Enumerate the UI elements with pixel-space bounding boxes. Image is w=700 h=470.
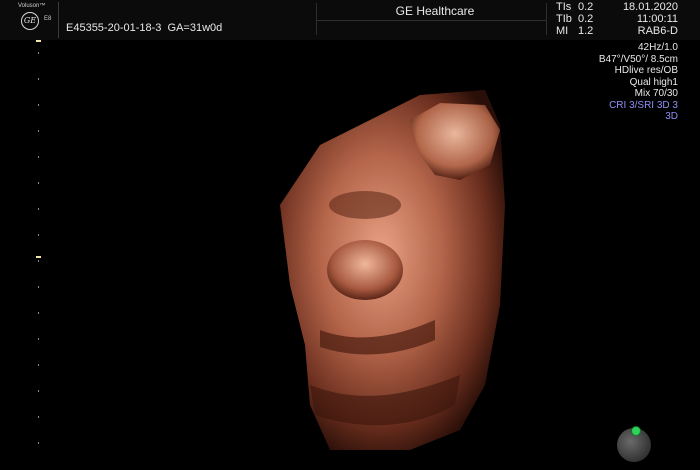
param-line-accent: 3D bbox=[665, 111, 678, 122]
depth-tick bbox=[38, 130, 39, 132]
depth-tick bbox=[38, 390, 39, 392]
nose-surface bbox=[327, 240, 403, 300]
depth-tick bbox=[38, 364, 39, 366]
param-line: Mix 70/30 bbox=[634, 88, 678, 99]
patient-info: E45355-20-01-18-3 GA=31w0d bbox=[66, 22, 222, 34]
mi-value: 1.2 bbox=[578, 25, 594, 37]
header-divider-horizontal bbox=[316, 20, 546, 21]
tib-value: 0.2 bbox=[578, 13, 594, 25]
depth-tick bbox=[38, 52, 39, 54]
eye-shadow bbox=[329, 191, 401, 219]
depth-marker bbox=[36, 256, 41, 258]
depth-tick bbox=[38, 312, 39, 314]
depth-tick bbox=[38, 156, 39, 158]
depth-marker bbox=[36, 40, 41, 42]
header-divider bbox=[546, 3, 547, 35]
depth-tick bbox=[38, 442, 39, 444]
depth-tick bbox=[38, 338, 39, 340]
gestational-age: GA=31w0d bbox=[167, 22, 223, 34]
depth-tick bbox=[38, 286, 39, 288]
mi-label: MI bbox=[556, 25, 569, 37]
patient-id: E45355-20-01-18-3 bbox=[66, 22, 162, 34]
logo-model: E8 bbox=[44, 16, 52, 22]
acquisition-parameters: 42Hz/1.0 B47°/V50°/ 8.5cm HDlive res/OB … bbox=[599, 42, 678, 123]
param-line: Qual high1 bbox=[629, 76, 678, 88]
depth-tick bbox=[38, 416, 39, 418]
orientation-ball-icon[interactable] bbox=[617, 426, 651, 462]
exam-time: 11:00:11 bbox=[636, 13, 678, 25]
fetal-face-render bbox=[280, 90, 505, 450]
brand-label: GE Healthcare bbox=[395, 4, 475, 18]
depth-tick bbox=[38, 182, 39, 184]
depth-tick bbox=[38, 260, 39, 262]
exam-date: 18.01.2020 bbox=[622, 1, 678, 13]
depth-scale bbox=[36, 40, 44, 460]
depth-tick bbox=[38, 78, 39, 80]
param-line: 42Hz/1.0 bbox=[637, 42, 678, 53]
depth-tick bbox=[38, 208, 39, 210]
ge-monogram: GE bbox=[21, 12, 39, 30]
ge-logo-icon: Voluson™ GE E8 bbox=[14, 2, 59, 38]
param-line-accent: CRI 3/SRI 3D 3 bbox=[609, 99, 678, 111]
header-bar: Voluson™ GE E8 E45355-20-01-18-3 GA=31w0… bbox=[0, 0, 700, 40]
depth-tick bbox=[38, 234, 39, 236]
tis-label: TIs bbox=[556, 1, 572, 13]
tib-label: TIb bbox=[556, 13, 572, 25]
probe-name: RAB6-D bbox=[637, 25, 678, 37]
tis-value: 0.2 bbox=[578, 1, 594, 13]
param-line: HDlive res/OB bbox=[614, 65, 678, 76]
param-line: B47°/V50°/ 8.5cm bbox=[598, 53, 678, 65]
depth-tick bbox=[38, 104, 39, 106]
logo-brand: Voluson™ bbox=[18, 3, 46, 9]
orientation-marker bbox=[631, 426, 641, 436]
header-divider bbox=[316, 3, 317, 35]
